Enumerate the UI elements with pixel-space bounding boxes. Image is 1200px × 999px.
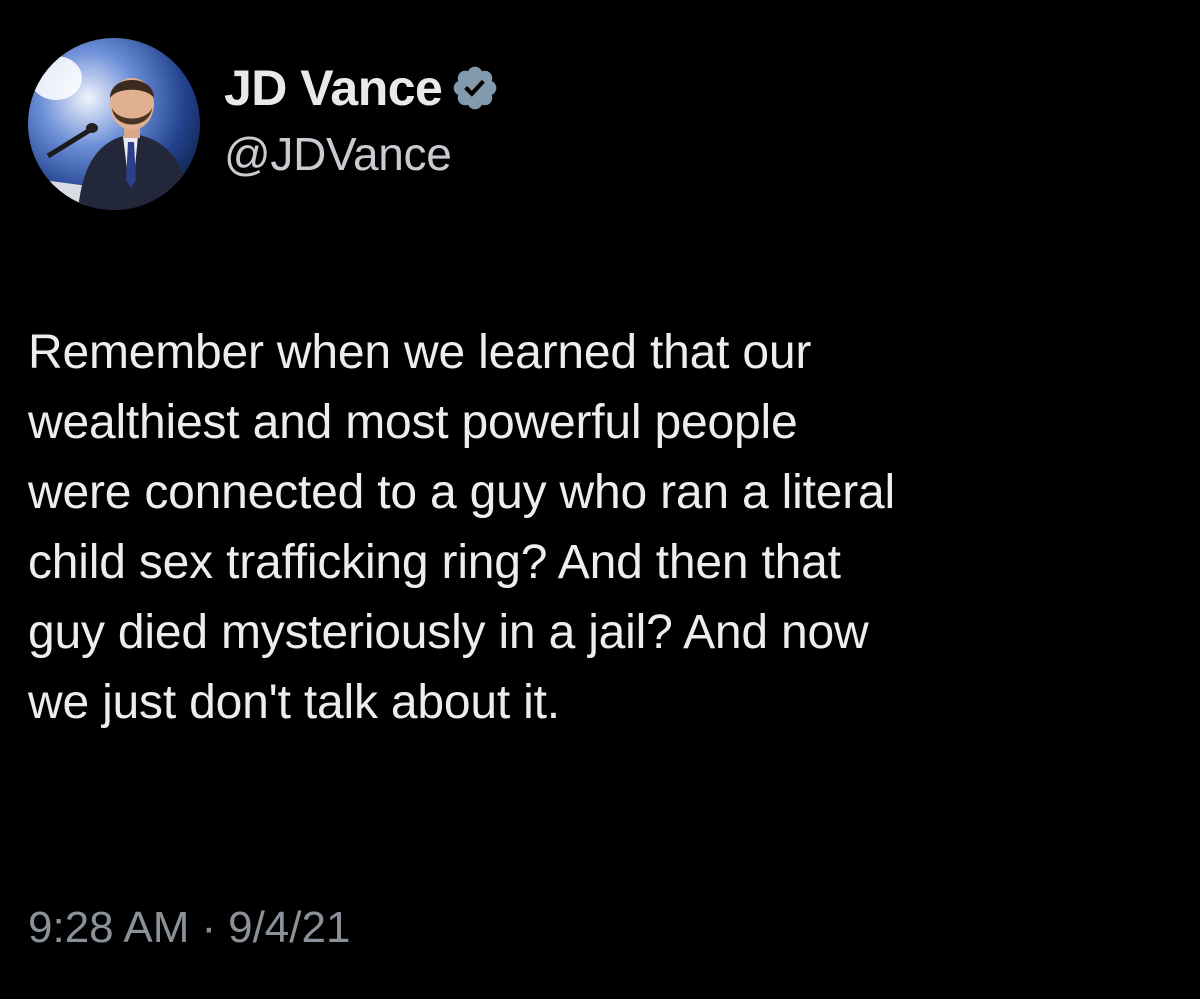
tweet-date: 9/4/21 (228, 903, 351, 952)
meta-separator: · (201, 903, 217, 952)
user-handle[interactable]: @JDVance (224, 124, 500, 184)
display-name[interactable]: JD Vance (224, 58, 443, 118)
tweet-time: 9:28 AM (28, 903, 190, 952)
avatar[interactable] (28, 38, 200, 210)
verified-badge-icon (450, 63, 500, 113)
tweet-text: Remember when we learned that our wealth… (28, 326, 895, 729)
tweet-timestamp[interactable]: 9:28 AM · 9/4/21 (28, 898, 350, 958)
author-identity: JD Vance @JDVance (224, 58, 500, 184)
name-row: JD Vance (224, 58, 500, 118)
tweet-header: JD Vance @JDVance (28, 38, 500, 210)
tweet: JD Vance @JDVance Remember when we learn… (0, 0, 1200, 999)
avatar-image (28, 38, 200, 210)
